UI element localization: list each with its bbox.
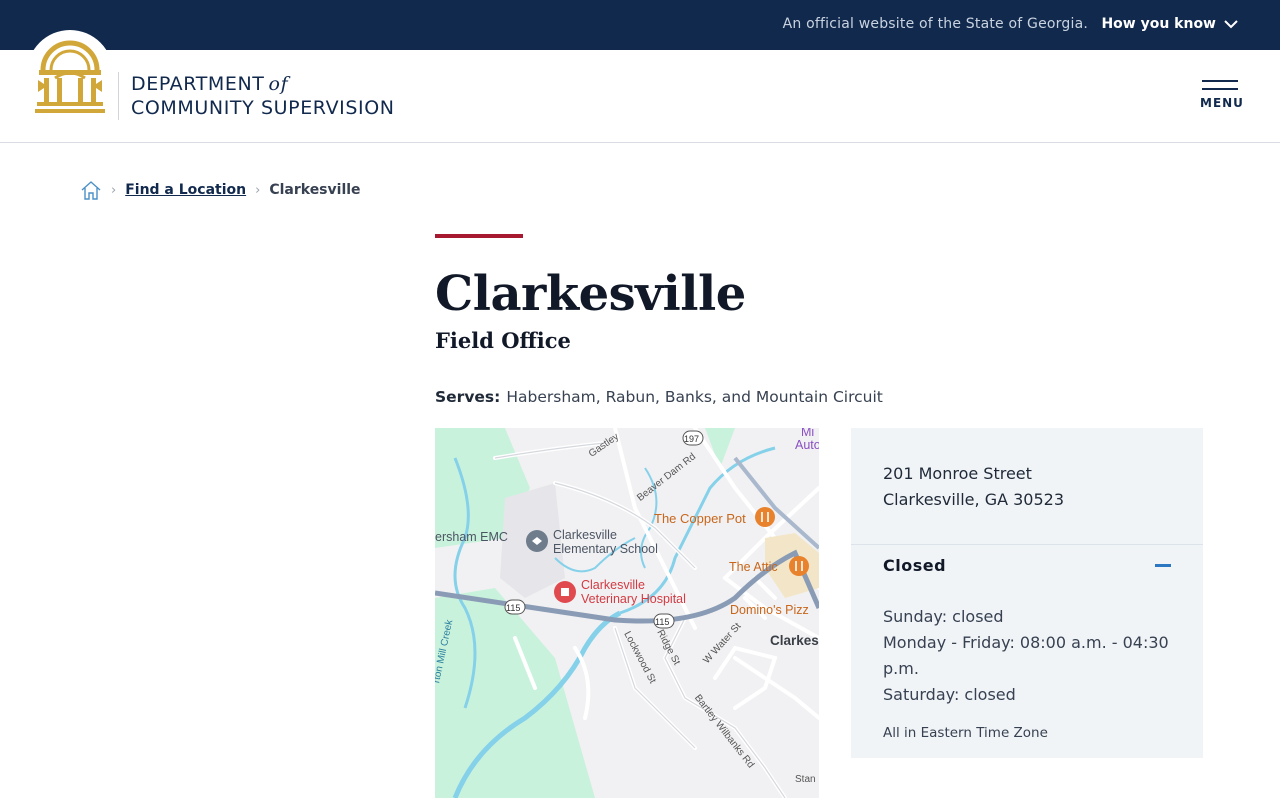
route-115-label: 115 (655, 617, 670, 627)
serves-value: Habersham, Rabun, Banks, and Mountain Ci… (506, 388, 883, 406)
map-label-stan: Stan (795, 774, 816, 785)
how-you-know-toggle[interactable]: How you know (1101, 16, 1238, 32)
serves-label: Serves: (435, 388, 501, 406)
route-197-label: 197 (684, 434, 700, 444)
breadcrumb-current: Clarkesville (269, 182, 361, 198)
hamburger-icon (1200, 80, 1240, 90)
official-site-text: An official website of the State of Geor… (782, 16, 1088, 32)
gov-banner: An official website of the State of Geor… (0, 0, 1280, 50)
map-label-school-line1: Clarkesville (553, 528, 617, 542)
address-line1: 201 Monroe Street (883, 464, 1032, 483)
map-label-vet-line1: Clarkesville (581, 578, 645, 592)
hours-saturday: Saturday: closed (883, 685, 1016, 704)
menu-button[interactable]: MENU (1200, 80, 1244, 110)
page-subtitle: Field Office (435, 328, 571, 353)
panel-divider (851, 544, 1203, 545)
chevron-down-icon (1224, 19, 1238, 28)
route-115-label: 115 (506, 603, 521, 613)
restaurant-marker-icon[interactable] (789, 556, 809, 576)
hours-weekdays: Monday - Friday: 08:00 a.m. - 04:30 p.m. (883, 633, 1169, 678)
address: 201 Monroe Street Clarkesville, GA 30523 (883, 461, 1064, 513)
location-info-panel: 201 Monroe Street Clarkesville, GA 30523… (851, 428, 1203, 758)
timezone-note: All in Eastern Time Zone (883, 725, 1048, 741)
map-label-vet-line2: Veterinary Hospital (581, 592, 686, 606)
serves-line: Serves: Habersham, Rabun, Banks, and Moun… (435, 388, 883, 406)
title-accent-rule (435, 234, 523, 238)
breadcrumb-find-location-link[interactable]: Find a Location (125, 182, 246, 198)
page-title: Clarkesville (435, 266, 746, 322)
wordmark-line1: DEPARTMENT (131, 73, 265, 95)
map-label-dominos: Domino's Pizz (730, 603, 809, 617)
breadcrumb: › Find a Location › Clarkesville (80, 178, 361, 202)
map-label-emc: ersham EMC (435, 530, 508, 544)
brand-divider (118, 72, 119, 120)
georgia-seal-logo[interactable] (35, 40, 105, 116)
map-label-town: Clarkes (770, 633, 819, 648)
wordmark-line2: COMMUNITY SUPERVISION (131, 97, 395, 119)
wordmark-of: of (268, 73, 289, 95)
menu-label: MENU (1200, 96, 1244, 110)
map-label-copper-pot: The Copper Pot (654, 511, 746, 526)
collapse-minus-icon[interactable] (1155, 564, 1171, 567)
map-label-school-line2: Elementary School (553, 542, 658, 556)
breadcrumb-separator-icon: › (255, 182, 261, 198)
home-icon[interactable] (80, 179, 102, 201)
hours-list: Sunday: closed Monday - Friday: 08:00 a.… (883, 604, 1183, 708)
breadcrumb-separator-icon: › (111, 182, 117, 198)
department-wordmark[interactable]: DEPARTMENT of COMMUNITY SUPERVISION (131, 72, 395, 120)
address-line2: Clarkesville, GA 30523 (883, 490, 1065, 509)
how-you-know-label: How you know (1101, 16, 1216, 32)
map-label-attic: The Attic (729, 560, 778, 574)
map-label-auto-line2: Auto (795, 438, 819, 452)
hours-sunday: Sunday: closed (883, 607, 1004, 626)
map-park (435, 588, 595, 798)
location-map[interactable]: 115 115 197 The Copper Pot Clarkesville … (435, 428, 819, 798)
restaurant-marker-icon[interactable] (755, 507, 775, 527)
open-status[interactable]: Closed (883, 556, 946, 575)
